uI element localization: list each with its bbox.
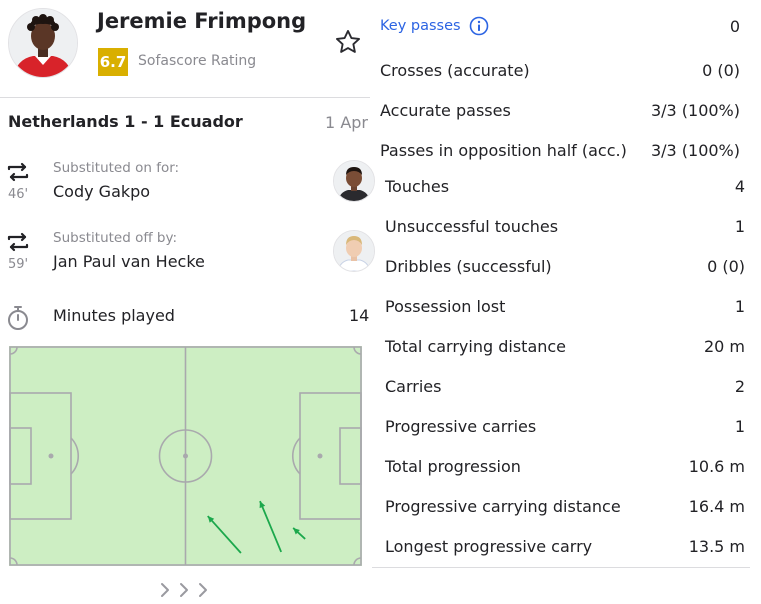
stat-value: 1 (734, 216, 745, 236)
minutes-played-value: 14 (349, 306, 370, 325)
stat-row: Accurate passes 3/3 (100%) (372, 90, 750, 130)
stat-value: 1 (734, 416, 745, 436)
substitution-player-avatar[interactable] (333, 230, 375, 272)
stat-value: 3/3 (100%) (650, 140, 740, 160)
substitution-icon (6, 160, 30, 184)
info-icon[interactable] (469, 16, 489, 36)
substitution-player-avatar[interactable] (333, 160, 375, 202)
stat-label: Total carrying distance (385, 336, 567, 356)
stat-row: Dribbles (successful) 0 (0) (372, 246, 750, 286)
stat-label: Longest progressive carry (385, 536, 593, 556)
substitution-icon (6, 230, 30, 254)
carries-pitch-map (9, 346, 362, 566)
stat-label: Touches (385, 176, 450, 196)
stat-label: Passes in opposition half (acc.) (380, 140, 627, 160)
match-date: 1 Apr (325, 113, 368, 132)
substitution-player-name[interactable]: Cody Gakpo (53, 182, 150, 201)
stat-value: 16.4 m (688, 496, 745, 516)
stat-value: 13.5 m (688, 536, 745, 556)
substitution-caption: Substituted on for: (53, 160, 180, 176)
stat-value: 20 m (703, 336, 745, 356)
stat-row: Progressive carrying distance 16.4 m (372, 486, 750, 526)
stat-label: Carries (385, 376, 442, 396)
rating-label: Sofascore Rating (138, 53, 257, 69)
rating-badge: 6.7 (98, 48, 128, 76)
player-name: Jeremie Frimpong (97, 9, 307, 33)
stat-label: Dribbles (successful) (385, 256, 552, 276)
stat-row: Passes in opposition half (acc.) 3/3 (10… (372, 130, 750, 170)
player-avatar[interactable] (8, 8, 78, 78)
stat-row: Carries 2 (372, 366, 750, 406)
stat-label: Possession lost (385, 296, 506, 316)
stat-label: Crosses (accurate) (380, 60, 530, 80)
stat-label: Progressive carrying distance (385, 496, 621, 516)
stat-row: Crosses (accurate) 0 (0) (372, 50, 750, 90)
stat-label: Accurate passes (380, 100, 511, 120)
stat-row: Longest progressive carry 13.5 m (372, 526, 750, 566)
stat-label: Total progression (385, 456, 521, 476)
minutes-played-label: Minutes played (53, 306, 175, 325)
stat-value: 1 (734, 296, 745, 316)
divider (372, 567, 750, 568)
stat-value: 0 (0) (702, 60, 740, 80)
stat-row: Touches 4 (372, 166, 750, 206)
substitution-minute: 46' (8, 187, 29, 202)
stat-value: 4 (734, 176, 745, 196)
player-panel: Jeremie Frimpong 6.7 Sofascore Rating Ne… (0, 0, 375, 604)
pagination-chevrons-icon[interactable] (158, 580, 214, 600)
substitution-caption: Substituted off by: (53, 230, 178, 246)
stat-label: Key passes (380, 18, 461, 34)
favorite-star-icon[interactable] (334, 28, 362, 56)
substitution-player-name[interactable]: Jan Paul van Hecke (53, 252, 205, 271)
substitution-on-row: 46' Substituted on for: Cody Gakpo (0, 160, 375, 210)
stat-value: 2 (734, 376, 745, 396)
stat-row: Progressive carries 1 (372, 406, 750, 446)
stat-value: 0 (0) (707, 256, 745, 276)
stat-label: Progressive carries (385, 416, 537, 436)
stat-row: Total carrying distance 20 m (372, 326, 750, 366)
stopwatch-icon (6, 305, 30, 331)
substitution-off-row: 59' Substituted off by: Jan Paul van Hec… (0, 230, 375, 280)
substitution-minute: 59' (8, 257, 29, 272)
stat-row: Possession lost 1 (372, 286, 750, 326)
divider (0, 97, 370, 98)
stat-label: Unsuccessful touches (385, 216, 559, 236)
stat-value: 3/3 (100%) (650, 100, 740, 120)
key-passes-link[interactable]: Key passes (380, 16, 489, 36)
stat-row: Total progression 10.6 m (372, 446, 750, 486)
match-title[interactable]: Netherlands 1 - 1 Ecuador (8, 112, 243, 131)
stat-row: Unsuccessful touches 1 (372, 206, 750, 246)
stat-value: 0 (729, 16, 740, 36)
stat-value: 10.6 m (688, 456, 745, 476)
stat-row-key-passes: Key passes 0 (372, 6, 750, 46)
statistics-panel: Key passes 0 Crosses (accurate) 0 (0) Ac… (372, 0, 750, 604)
